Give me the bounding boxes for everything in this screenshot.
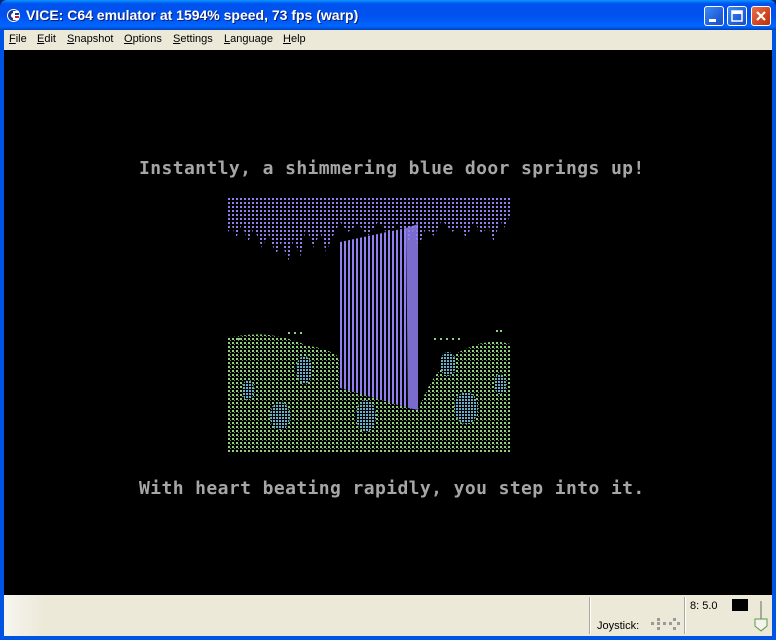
- menu-snapshot[interactable]: Snapshot: [67, 33, 114, 45]
- joystick-label: Joystick:: [597, 620, 640, 632]
- maximize-button[interactable]: [727, 6, 747, 26]
- minimize-button[interactable]: [704, 6, 724, 26]
- vice-window: VICE: C64 emulator at 1594% speed, 73 fp…: [0, 0, 776, 640]
- story-text-line-1: Instantly, a shimmering blue door spring…: [139, 158, 645, 179]
- menu-options[interactable]: Options: [124, 33, 162, 45]
- status-separator: [684, 597, 686, 634]
- maximize-icon: [731, 10, 743, 22]
- close-icon: [756, 11, 766, 21]
- close-button[interactable]: [751, 6, 771, 26]
- joystick-indicator-icon[interactable]: [647, 617, 681, 631]
- volume-slider[interactable]: [752, 599, 770, 633]
- door-scene-image: [228, 198, 510, 452]
- menu-settings[interactable]: Settings: [173, 33, 213, 45]
- vice-app-icon[interactable]: [6, 8, 21, 23]
- title-bar[interactable]: VICE: C64 emulator at 1594% speed, 73 fp…: [0, 0, 776, 30]
- menu-language[interactable]: Language: [224, 33, 273, 45]
- window-title: VICE: C64 emulator at 1594% speed, 73 fp…: [26, 7, 359, 23]
- minimize-icon: [709, 19, 716, 22]
- story-text-line-2: With heart beating rapidly, you step int…: [139, 478, 645, 499]
- status-message-area: [4, 595, 44, 636]
- status-separator: [589, 597, 591, 634]
- menu-file[interactable]: File: [9, 33, 27, 45]
- status-bar: Joystick: 8: 5.0: [4, 595, 772, 636]
- menu-bar: File Edit Snapshot Options Settings Lang…: [4, 30, 772, 50]
- drive-led-indicator: [732, 599, 748, 611]
- drive-status-label: 8: 5.0: [690, 600, 718, 612]
- menu-help[interactable]: Help: [283, 33, 306, 45]
- emulator-screen[interactable]: Instantly, a shimmering blue door spring…: [4, 50, 772, 595]
- menu-edit[interactable]: Edit: [37, 33, 56, 45]
